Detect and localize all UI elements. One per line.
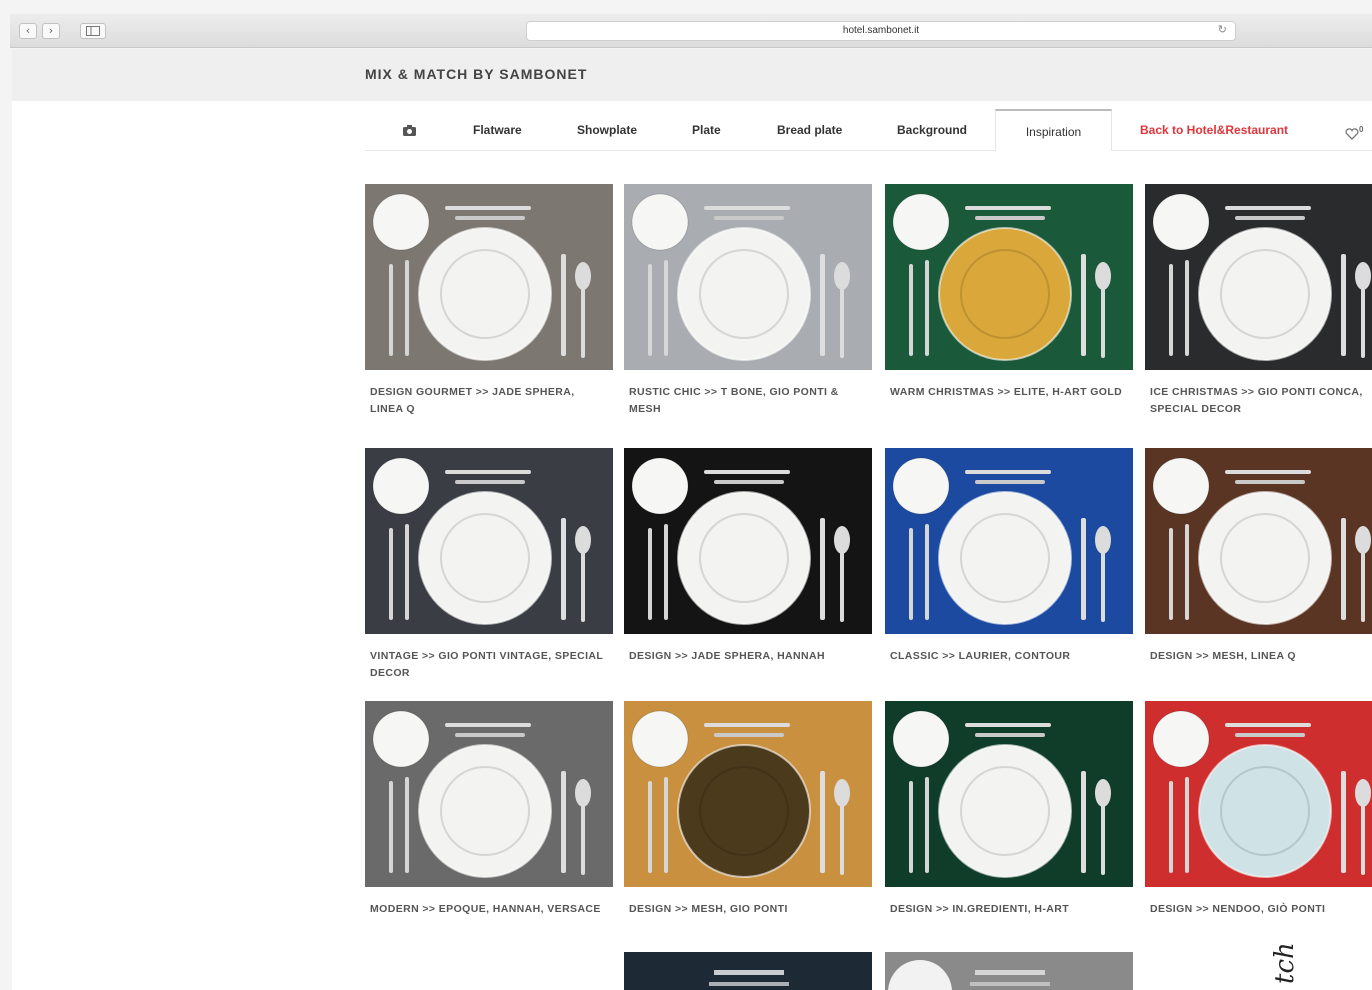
site-brand[interactable]: MIX & MATCH BY SAMBONET bbox=[365, 66, 587, 82]
sidebar-toggle-button[interactable] bbox=[80, 23, 106, 39]
menu-item-background[interactable]: Background bbox=[897, 109, 967, 151]
address-bar[interactable]: hotel.sambonet.it ↻ bbox=[526, 21, 1236, 41]
table-setting-image[interactable] bbox=[624, 701, 872, 887]
gallery-caption[interactable]: DESIGN >> JADE SPHERA, HANNAH bbox=[629, 648, 867, 665]
main-menu: Flatware Showplate Plate Bread plate Bac… bbox=[365, 109, 1372, 151]
menu-item-showplate[interactable]: Showplate bbox=[577, 109, 637, 151]
table-setting-illustration bbox=[372, 193, 591, 361]
menu-item-bread-plate[interactable]: Bread plate bbox=[777, 109, 842, 151]
sidebar-icon bbox=[86, 26, 100, 36]
table-setting-illustration bbox=[631, 457, 850, 625]
menu-item-inspiration[interactable]: Inspiration bbox=[995, 109, 1112, 151]
gallery-caption[interactable]: ICE CHRISTMAS >> GIO PONTI CONCA, SPECIA… bbox=[1150, 384, 1372, 418]
table-setting-illustration bbox=[631, 710, 850, 878]
web-page: MIX & MATCH BY SAMBONET Flatware Showpla… bbox=[12, 49, 1372, 990]
chevron-right-icon: › bbox=[48, 24, 54, 37]
gallery-caption[interactable]: VINTAGE >> GIO PONTI VINTAGE, SPECIAL DE… bbox=[370, 648, 608, 682]
gallery-caption[interactable]: RUSTIC CHIC >> T BONE, GIO PONTI & MESH bbox=[629, 384, 867, 418]
url-text: hotel.sambonet.it bbox=[842, 25, 920, 36]
table-setting-image[interactable] bbox=[624, 184, 872, 370]
forward-button[interactable]: › bbox=[42, 23, 60, 39]
table-setting-image[interactable] bbox=[885, 448, 1133, 634]
menu-item-plate[interactable]: Plate bbox=[692, 109, 721, 151]
table-setting-image[interactable] bbox=[885, 701, 1133, 887]
table-setting-image[interactable] bbox=[365, 701, 613, 887]
table-setting-illustration bbox=[892, 710, 1111, 878]
table-setting-illustration bbox=[372, 457, 591, 625]
wishlist-button[interactable]: 0 bbox=[1345, 109, 1363, 151]
back-button[interactable]: ‹ bbox=[19, 23, 37, 39]
heart-icon bbox=[1345, 127, 1359, 140]
table-setting-image[interactable] bbox=[885, 184, 1133, 370]
partial-thumb-1[interactable] bbox=[624, 952, 872, 990]
top-band: MIX & MATCH BY SAMBONET bbox=[12, 49, 1372, 101]
gallery-caption[interactable]: WARM CHRISTMAS >> ELITE, H-ART GOLD bbox=[890, 384, 1128, 401]
partial-thumb-2[interactable] bbox=[885, 952, 1133, 990]
table-setting-image[interactable] bbox=[1145, 184, 1372, 370]
table-setting-image[interactable] bbox=[365, 184, 613, 370]
gallery-caption[interactable]: DESIGN GOURMET >> JADE SPHERA, LINEA Q bbox=[370, 384, 608, 418]
reload-icon[interactable]: ↻ bbox=[1218, 23, 1227, 36]
table-setting-image[interactable] bbox=[624, 448, 872, 634]
camera-menu-item[interactable] bbox=[403, 109, 416, 151]
thumb-image bbox=[888, 960, 1050, 990]
table-setting-illustration bbox=[372, 710, 591, 878]
table-setting-illustration bbox=[892, 193, 1111, 361]
table-setting-image[interactable] bbox=[365, 448, 613, 634]
table-setting-illustration bbox=[892, 457, 1111, 625]
table-setting-illustration bbox=[1152, 710, 1371, 878]
camera-icon bbox=[403, 125, 416, 137]
table-setting-illustration bbox=[631, 193, 850, 361]
gallery-caption[interactable]: DESIGN >> MESH, GIO PONTI bbox=[629, 901, 867, 918]
wishlist-count: 0 bbox=[1359, 125, 1364, 134]
side-text: tch bbox=[1270, 942, 1300, 984]
menu-item-flatware[interactable]: Flatware bbox=[473, 109, 522, 151]
gallery-caption[interactable]: DESIGN >> NENDOO, GIÒ PONTI bbox=[1150, 901, 1372, 918]
gallery-caption[interactable]: DESIGN >> MESH, LINEA Q bbox=[1150, 648, 1372, 665]
browser-toolbar: ‹ › hotel.sambonet.it ↻ bbox=[10, 14, 1372, 48]
table-setting-image[interactable] bbox=[1145, 701, 1372, 887]
back-to-hotel-link[interactable]: Back to Hotel&Restaurant bbox=[1140, 109, 1288, 151]
gallery-caption[interactable]: DESIGN >> IN.GREDIENTI, H-ART bbox=[890, 901, 1128, 918]
table-setting-illustration bbox=[1152, 457, 1371, 625]
gallery-caption[interactable]: MODERN >> EPOQUE, HANNAH, VERSACE bbox=[370, 901, 608, 918]
gallery-caption[interactable]: CLASSIC >> LAURIER, CONTOUR bbox=[890, 648, 1128, 665]
chevron-left-icon: ‹ bbox=[25, 24, 31, 37]
thumb-image bbox=[709, 970, 789, 986]
table-setting-illustration bbox=[1152, 193, 1371, 361]
table-setting-image[interactable] bbox=[1145, 448, 1372, 634]
